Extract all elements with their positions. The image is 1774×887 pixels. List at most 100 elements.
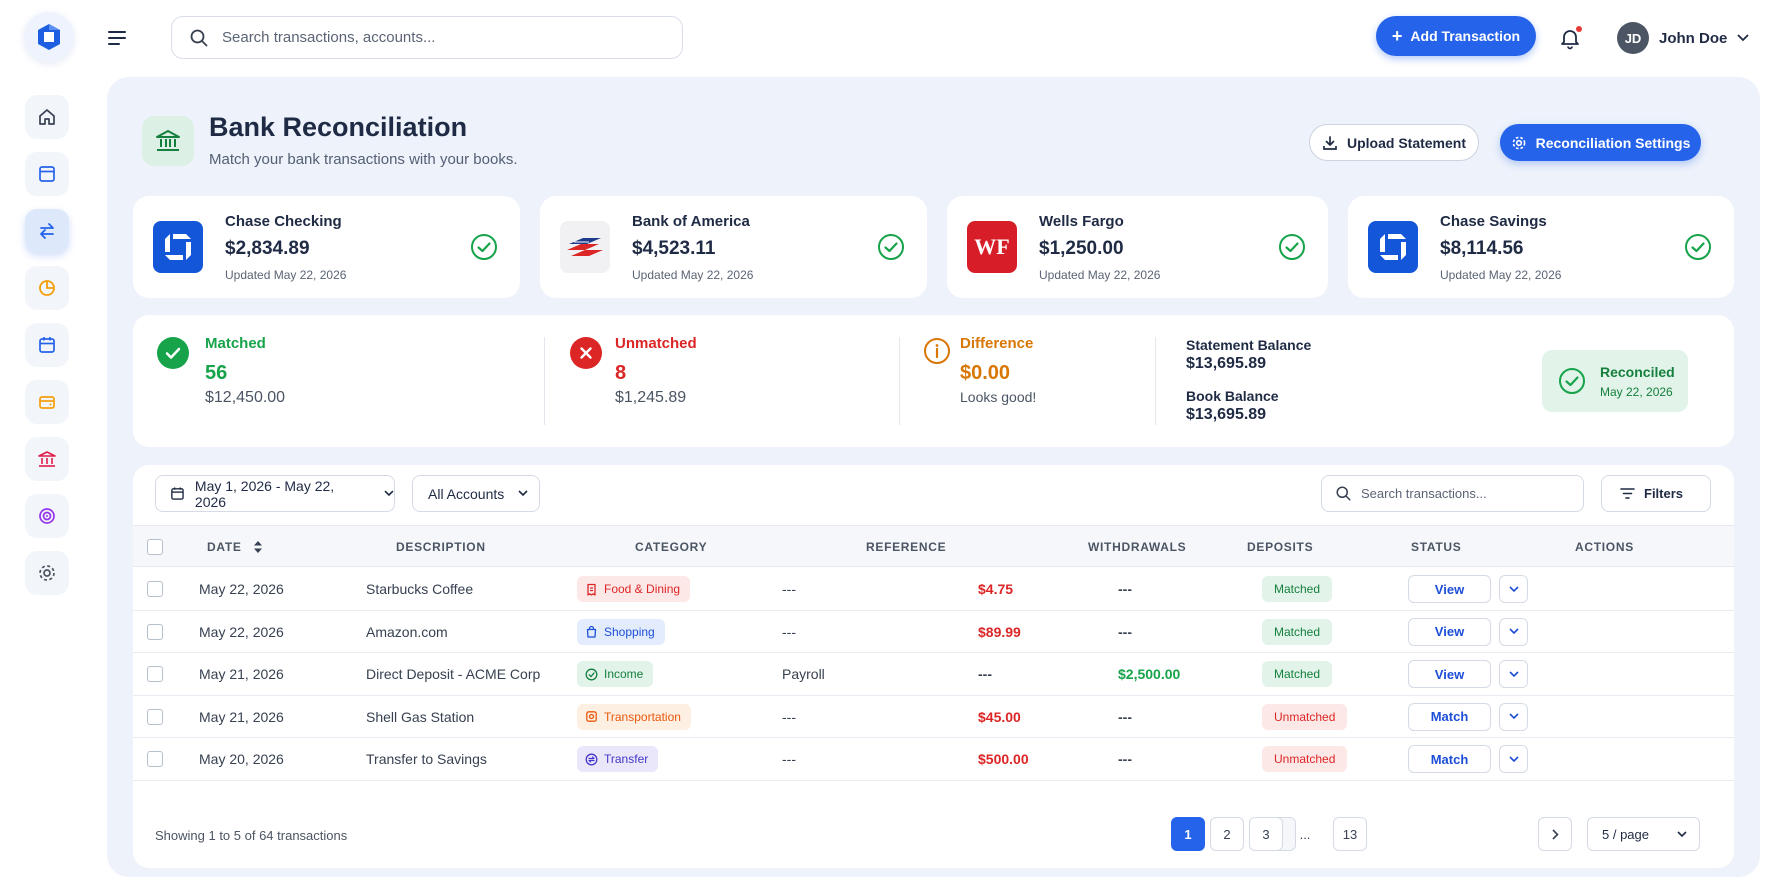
global-search[interactable] xyxy=(171,16,683,59)
sidebar-item-wallet[interactable] xyxy=(25,380,69,424)
date-range-value: May 1, 2026 - May 22, 2026 xyxy=(194,477,335,510)
sidebar-item-banks[interactable] xyxy=(25,437,69,481)
page-size-select[interactable]: 5 / page xyxy=(1587,817,1700,851)
row-checkbox[interactable] xyxy=(147,751,163,767)
table-row[interactable]: May 20, 2026 Transfer to Savings Transfer -… xyxy=(133,738,1734,781)
row-reference: --- xyxy=(782,623,796,640)
status-badge: Matched xyxy=(1262,576,1333,602)
reconciliation-settings-button[interactable]: Reconciliation Settings xyxy=(1500,124,1701,161)
account-name: Chase Checking xyxy=(225,212,342,230)
row-withdrawal: $89.99 xyxy=(978,623,1021,640)
row-dropdown-button[interactable] xyxy=(1499,702,1528,731)
row-action-button[interactable]: Match xyxy=(1408,702,1491,731)
status-badge: Unmatched xyxy=(1262,746,1348,772)
pagination-summary: Showing 1 to 5 of 64 transactions xyxy=(155,828,348,843)
book-balance: Book Balance $13,695.89 xyxy=(1186,388,1279,424)
row-checkbox[interactable] xyxy=(147,623,163,640)
bag-icon xyxy=(586,625,597,638)
column-date[interactable]: DATE xyxy=(207,540,262,554)
row-deposit: --- xyxy=(1118,708,1132,725)
category-label: Transfer xyxy=(604,752,649,766)
category-badge: Food & Dining xyxy=(577,576,691,602)
row-dropdown-button[interactable] xyxy=(1499,660,1528,688)
sidebar-item-goals[interactable] xyxy=(25,494,69,538)
transactions-search[interactable] xyxy=(1321,475,1584,512)
account-card-chase-savings[interactable]: Chase Savings $8,114.56 Updated May 22, … xyxy=(1348,196,1734,298)
pagination-page-1[interactable]: 1 xyxy=(1171,817,1205,851)
chevron-down-icon xyxy=(1508,585,1519,592)
pagination-next-button[interactable] xyxy=(1538,817,1572,851)
receipt-icon xyxy=(587,583,596,596)
pagination-page-3[interactable]: 3 xyxy=(1249,817,1283,851)
row-reference: --- xyxy=(782,581,796,597)
sidebar-item-reconciliation[interactable] xyxy=(25,209,69,253)
chevron-down-icon xyxy=(1508,670,1519,677)
row-date: May 21, 2026 xyxy=(199,708,284,725)
transactions-search-input[interactable] xyxy=(1361,486,1561,501)
row-description: Transfer to Savings xyxy=(366,751,487,767)
table-row[interactable]: May 22, 2026 Starbucks Coffee Food & Dinin… xyxy=(133,568,1734,611)
page-subtitle: Match your bank transactions with your b… xyxy=(209,151,518,168)
accounts-filter[interactable]: All Accounts xyxy=(412,475,540,512)
pagination-page-13[interactable]: 13 xyxy=(1333,817,1367,851)
category-badge: Income xyxy=(577,661,654,687)
table-row[interactable]: May 21, 2026 Direct Deposit - ACME Corp In… xyxy=(133,653,1734,696)
row-action-button[interactable]: View xyxy=(1408,617,1491,646)
row-dropdown-button[interactable] xyxy=(1499,575,1528,603)
pagination-page-2[interactable]: 2 xyxy=(1210,817,1244,851)
app-logo[interactable] xyxy=(24,12,74,62)
row-checkbox[interactable] xyxy=(147,708,163,725)
upload-statement-button[interactable]: Upload Statement xyxy=(1309,124,1479,161)
account-card-chase-checking[interactable]: Chase Checking $2,834.89 Updated May 22,… xyxy=(133,196,520,298)
column-category: CATEGORY xyxy=(635,540,708,554)
filters-button[interactable]: Filters xyxy=(1601,475,1711,512)
select-all-checkbox[interactable] xyxy=(147,539,163,555)
column-actions: ACTIONS xyxy=(1575,540,1634,554)
menu-toggle-button[interactable] xyxy=(105,26,129,50)
category-badge: Transfer xyxy=(577,746,659,772)
page-title-icon xyxy=(142,116,194,166)
row-action-button[interactable]: Match xyxy=(1408,745,1491,773)
bank-icon xyxy=(38,451,56,467)
table-row[interactable]: May 22, 2026 Amazon.com Shopping --- $89.99 -… xyxy=(133,611,1734,653)
wallet-icon xyxy=(39,396,55,409)
upload-statement-label: Upload Statement xyxy=(1346,134,1466,151)
row-checkbox[interactable] xyxy=(147,666,163,682)
plus-icon: + xyxy=(1391,26,1403,46)
sidebar-item-settings[interactable] xyxy=(25,551,69,595)
account-card-bank-of-america[interactable]: Bank of America $4,523.11 Updated May 22… xyxy=(540,196,927,298)
account-name: Chase Savings xyxy=(1440,212,1547,230)
matched-count: 56 xyxy=(205,362,228,384)
row-action-button[interactable]: View xyxy=(1408,660,1491,688)
row-checkbox[interactable] xyxy=(147,581,163,597)
row-dropdown-button[interactable] xyxy=(1499,617,1528,646)
sidebar-item-browser[interactable] xyxy=(25,152,69,196)
sidebar-item-reports[interactable] xyxy=(25,266,69,310)
chevron-down-icon xyxy=(1508,755,1519,762)
pagination-ellipsis: ... xyxy=(1299,826,1311,842)
browser-icon xyxy=(39,166,55,182)
add-transaction-button[interactable]: + Add Transaction xyxy=(1376,16,1536,56)
table-row[interactable]: May 21, 2026 Shell Gas Station Transportat… xyxy=(133,696,1734,738)
page-size-value: 5 / page xyxy=(1602,826,1649,842)
column-description: DESCRIPTION xyxy=(396,540,486,554)
gear-icon xyxy=(1512,136,1525,149)
account-card-wells-fargo[interactable]: WF Wells Fargo $1,250.00 Updated May 22,… xyxy=(947,196,1328,298)
sidebar-item-calendar[interactable] xyxy=(25,323,69,367)
row-dropdown-button[interactable] xyxy=(1499,745,1528,773)
notifications-button[interactable] xyxy=(1558,24,1586,52)
category-label: Food & Dining xyxy=(604,582,681,596)
column-status: STATUS xyxy=(1411,540,1462,554)
chevron-down-icon xyxy=(1508,628,1519,635)
account-name: Wells Fargo xyxy=(1039,212,1124,230)
user-menu[interactable]: JD John Doe xyxy=(1617,20,1749,56)
statement-balance-value: $13,695.89 xyxy=(1186,355,1267,372)
account-updated: Updated May 22, 2026 xyxy=(632,267,754,282)
row-action-button[interactable]: View xyxy=(1408,575,1491,603)
sidebar-item-home[interactable] xyxy=(25,95,69,139)
unmatched-summary: Unmatched 8 $1,245.89 xyxy=(615,335,697,407)
date-range-filter[interactable]: May 1, 2026 - May 22, 2026 xyxy=(155,475,395,512)
global-search-input[interactable] xyxy=(222,29,642,46)
reconciliation-settings-label: Reconciliation Settings xyxy=(1535,134,1691,151)
check-circle-icon xyxy=(1685,234,1711,260)
